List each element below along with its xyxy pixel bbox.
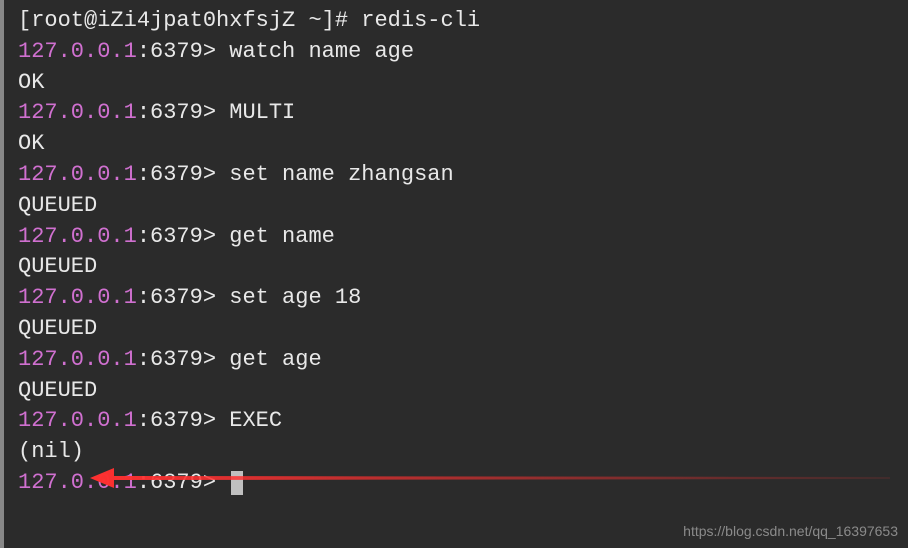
- redis-cmd-setname: set name zhangsan: [229, 162, 453, 187]
- redis-result-6: QUEUED: [18, 376, 900, 407]
- redis-line-3: 127.0.0.1:6379> set name zhangsan: [18, 160, 900, 191]
- shell-symbol: #: [335, 8, 348, 33]
- redis-result-3: QUEUED: [18, 191, 900, 222]
- redis-ip: 127.0.0.1: [18, 162, 137, 187]
- redis-port: 6379: [150, 162, 203, 187]
- redis-result-5: QUEUED: [18, 314, 900, 345]
- redis-ip: 127.0.0.1: [18, 285, 137, 310]
- redis-cmd-setage: set age 18: [229, 285, 361, 310]
- redis-line-2: 127.0.0.1:6379> MULTI: [18, 98, 900, 129]
- redis-cmd-exec: EXEC: [229, 408, 282, 433]
- redis-line-6: 127.0.0.1:6379> get age: [18, 345, 900, 376]
- redis-ip: 127.0.0.1: [18, 39, 137, 64]
- redis-port: 6379: [150, 408, 203, 433]
- redis-cmd-watch: watch name age: [229, 39, 414, 64]
- redis-result-4: QUEUED: [18, 252, 900, 283]
- redis-line-cursor[interactable]: 127.0.0.1:6379>: [18, 468, 900, 499]
- redis-line-5: 127.0.0.1:6379> set age 18: [18, 283, 900, 314]
- shell-prompt-line: [root@iZi4jpat0hxfsjZ ~]# redis-cli: [18, 6, 900, 37]
- redis-line-1: 127.0.0.1:6379> watch name age: [18, 37, 900, 68]
- shell-host: iZi4jpat0hxfsjZ: [97, 8, 295, 33]
- redis-port: 6379: [150, 39, 203, 64]
- redis-port: 6379: [150, 100, 203, 125]
- redis-port: 6379: [150, 347, 203, 372]
- redis-result-7: (nil): [18, 437, 900, 468]
- redis-cmd-getage: get age: [229, 347, 321, 372]
- redis-port: 6379: [150, 285, 203, 310]
- shell-command: redis-cli: [361, 8, 480, 33]
- cursor-block: [231, 471, 243, 495]
- redis-line-7: 127.0.0.1:6379> EXEC: [18, 406, 900, 437]
- redis-port: 6379: [150, 224, 203, 249]
- shell-path: ~: [308, 8, 321, 33]
- redis-ip: 127.0.0.1: [18, 408, 137, 433]
- shell-user: root: [31, 8, 84, 33]
- watermark-text: https://blog.csdn.net/qq_16397653: [683, 522, 898, 542]
- redis-ip: 127.0.0.1: [18, 224, 137, 249]
- redis-line-4: 127.0.0.1:6379> get name: [18, 222, 900, 253]
- redis-result-2: OK: [18, 129, 900, 160]
- redis-cmd-multi: MULTI: [229, 100, 295, 125]
- redis-port: 6379: [150, 470, 203, 495]
- redis-result-1: OK: [18, 68, 900, 99]
- redis-ip: 127.0.0.1: [18, 347, 137, 372]
- redis-cmd-getname: get name: [229, 224, 335, 249]
- redis-ip: 127.0.0.1: [18, 100, 137, 125]
- redis-ip: 127.0.0.1: [18, 470, 137, 495]
